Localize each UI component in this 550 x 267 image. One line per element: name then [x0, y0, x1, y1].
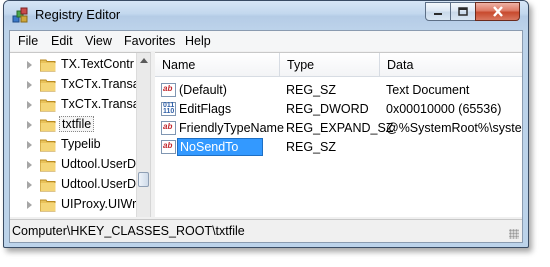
tree-item-label: TxCTx.Transa [61, 97, 140, 111]
list-row-editing[interactable]: ab NoSendTo REG_SZ [155, 138, 522, 157]
tree-vertical-scrollbar[interactable] [136, 53, 150, 217]
tree-item-label: TX.TextContr [61, 57, 134, 71]
status-bar: Computer\HKEY_CLASSES_ROOT\txtfile [10, 219, 522, 242]
folder-icon [40, 79, 56, 92]
value-type: REG_SZ [286, 140, 337, 154]
string-value-icon: ab [161, 83, 176, 97]
value-name: FriendlyTypeName [179, 121, 284, 135]
expand-arrow-icon[interactable] [27, 101, 32, 109]
registry-editor-icon [12, 7, 28, 23]
expand-arrow-icon[interactable] [27, 81, 32, 89]
list-row[interactable]: 011 110 EditFlags REG_DWORD 0x00010000 (6… [155, 100, 522, 119]
column-header-label: Type [287, 58, 315, 72]
folder-icon [40, 119, 56, 132]
tree-item-label: TxCTx.Transa [61, 77, 140, 91]
client-area: File Edit View Favorites Help TX.TextCon… [9, 30, 523, 243]
tree-item-label: UIProxy.UIWr [61, 197, 137, 211]
menu-favorites[interactable]: Favorites [124, 34, 175, 48]
folder-icon [40, 99, 56, 112]
list-row[interactable]: ab FriendlyTypeName REG_EXPAND_SZ @%Syst… [155, 119, 522, 138]
status-path: Computer\HKEY_CLASSES_ROOT\txtfile [12, 224, 245, 238]
expand-arrow-icon[interactable] [27, 121, 32, 129]
key-tree-pane[interactable]: TX.TextContr TxCTx.Transa TxCTx.Transa t… [10, 52, 151, 217]
tree-item-label: txtfile [59, 116, 95, 132]
menu-file[interactable]: File [18, 34, 38, 48]
scroll-up-arrow-icon[interactable] [140, 58, 148, 63]
column-header-type[interactable]: Type [280, 53, 380, 77]
folder-icon [40, 139, 56, 152]
tree-item[interactable]: UIProxy.UIWr [10, 195, 138, 215]
value-type: REG_SZ [286, 83, 337, 97]
tree-item[interactable]: TxCTx.Transa [10, 75, 140, 95]
values-list-pane[interactable]: Name Type Data ab (Default) REG_SZ Text … [155, 52, 522, 217]
expand-arrow-icon[interactable] [27, 161, 32, 169]
maximize-icon [458, 7, 468, 16]
window-title: Registry Editor [35, 7, 121, 22]
tree-item[interactable]: TX.TextContr [10, 55, 138, 75]
expand-arrow-icon[interactable] [27, 141, 32, 149]
value-data: Text Document [386, 83, 470, 97]
expand-arrow-icon[interactable] [27, 201, 32, 209]
tree-item[interactable]: Udtool.UserD [10, 175, 138, 195]
menu-edit[interactable]: Edit [51, 34, 73, 48]
value-name: EditFlags [179, 102, 232, 116]
scrollbar-thumb[interactable] [138, 172, 149, 187]
maximize-button[interactable] [450, 2, 476, 21]
value-data: @%SystemRoot%\systen [386, 121, 522, 135]
title-bar[interactable]: Registry Editor [4, 1, 528, 29]
folder-icon [40, 199, 56, 212]
tree-item-selected[interactable]: txtfile [10, 115, 138, 135]
list-row[interactable]: ab (Default) REG_SZ Text Document [155, 81, 522, 100]
minimize-button[interactable] [425, 2, 451, 21]
column-header-label: Data [387, 58, 414, 72]
expand-arrow-icon[interactable] [27, 61, 32, 69]
value-type: REG_DWORD [286, 102, 369, 116]
registry-editor-window-frame: Registry Editor File Edit View Favorites… [3, 0, 533, 256]
tree-item[interactable]: TxCTx.Transa [10, 95, 140, 115]
rename-input[interactable]: NoSendTo [177, 138, 263, 156]
resize-grip-icon[interactable] [509, 229, 519, 239]
tree-item-label: Udtool.UserD [61, 157, 137, 171]
column-header-data[interactable]: Data [380, 53, 522, 77]
value-data: 0x00010000 (65536) [386, 102, 502, 116]
value-name: (Default) [179, 83, 227, 97]
expand-arrow-icon[interactable] [27, 181, 32, 189]
tree-item-label: Typelib [61, 137, 101, 151]
binary-value-icon: 011 110 [161, 102, 176, 116]
minimize-icon [434, 12, 442, 15]
string-value-icon: ab [161, 140, 176, 154]
close-icon [492, 6, 503, 17]
tree-item[interactable]: Typelib [10, 135, 138, 155]
registry-editor-window: Registry Editor File Edit View Favorites… [3, 0, 529, 248]
menu-view[interactable]: View [85, 34, 112, 48]
value-type: REG_EXPAND_SZ [286, 121, 394, 135]
folder-icon [40, 159, 56, 172]
folder-icon [40, 179, 56, 192]
column-header-label: Name [162, 58, 196, 72]
string-value-icon: ab [161, 121, 176, 135]
tree-item[interactable]: Udtool.UserD [10, 155, 138, 175]
column-header-name[interactable]: Name [155, 53, 280, 77]
close-button[interactable] [475, 2, 520, 21]
folder-icon [40, 59, 56, 72]
menu-bar: File Edit View Favorites Help [10, 31, 522, 51]
tree-item-label: Udtool.UserD [61, 177, 137, 191]
menu-help[interactable]: Help [185, 34, 211, 48]
